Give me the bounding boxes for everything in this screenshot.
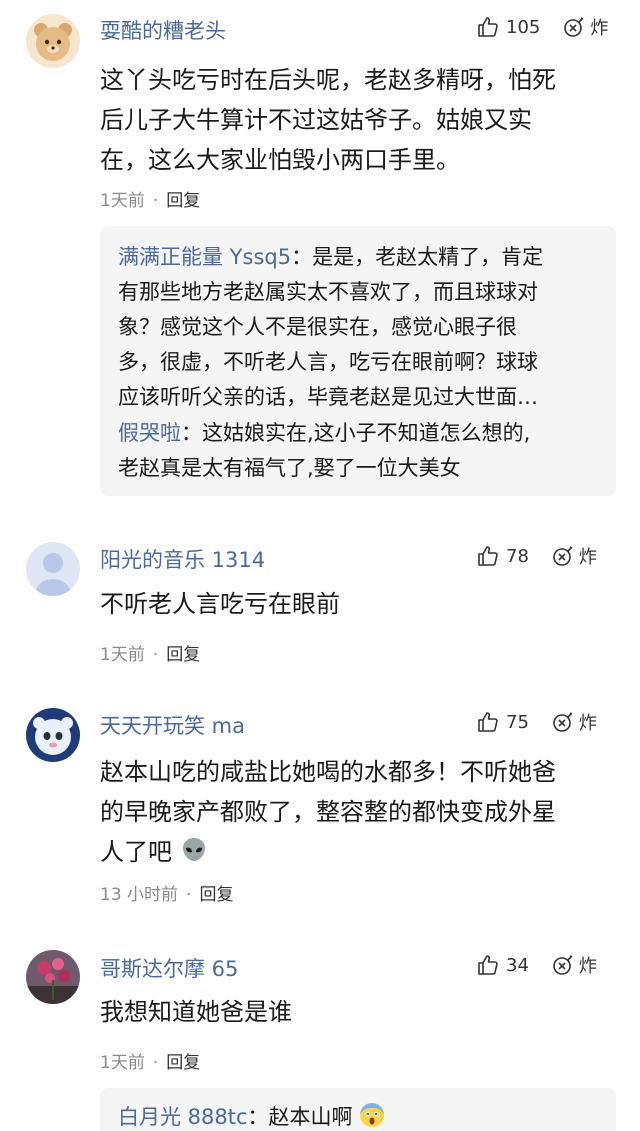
- reply-text: 象？感觉这个人不是很实在，感觉心眼子很: [118, 315, 517, 339]
- reply-item: 满满正能量 Yssq5：是是，老赵太精了，肯定 有那些地方老赵属实太不喜欢了，而…: [118, 240, 600, 415]
- comment-list: 耍酷的糟老头 105 炸 这丫头吃亏时在后头呢，老赵多精呀，怕死 后儿子大牛算计…: [0, 0, 640, 1131]
- comment-actions: 75 炸: [476, 709, 597, 735]
- like-count: 78: [506, 545, 529, 567]
- comment-actions: 105 炸: [476, 14, 608, 40]
- comment-actions: 34 炸: [476, 952, 597, 978]
- avatar[interactable]: [26, 950, 80, 1004]
- bomb-button[interactable]: 炸: [551, 709, 597, 735]
- comment-body-line: 人了吧: [100, 838, 172, 866]
- timestamp: 1天前: [100, 1053, 145, 1073]
- reply-button[interactable]: 回复: [199, 885, 233, 905]
- reply-thread: 满满正能量 Yssq5：是是，老赵太精了，肯定 有那些地方老赵属实太不喜欢了，而…: [100, 226, 616, 496]
- reply-text: 这姑娘实在,这小子不知道怎么想的,: [202, 421, 531, 445]
- bomb-icon: [553, 546, 573, 566]
- comment-body-line: 我想知道她爸是谁: [100, 998, 292, 1026]
- thumbs-up-icon: [478, 712, 498, 732]
- comment-body: 我想知道她爸是谁: [100, 992, 610, 1032]
- avatar[interactable]: [26, 708, 80, 762]
- reply-text: 赵本山啊: [268, 1105, 353, 1129]
- like-button[interactable]: 105: [476, 15, 540, 39]
- reply-item: 白月光 888tc：赵本山啊: [118, 1100, 600, 1131]
- comment-meta: 1天前 · 回复: [100, 191, 201, 211]
- bomb-icon: [553, 712, 573, 732]
- reply-author[interactable]: 假哭啦: [118, 421, 181, 445]
- username[interactable]: 阳光的音乐 1314: [100, 544, 265, 574]
- bomb-button[interactable]: 炸: [562, 14, 608, 40]
- timestamp: 1天前: [100, 191, 145, 211]
- username[interactable]: 哥斯达尔摩 65: [100, 953, 238, 983]
- like-count: 75: [506, 711, 529, 733]
- scream-emoji-icon: [360, 1103, 385, 1127]
- bomb-label: 炸: [578, 547, 597, 568]
- comment-actions: 78 炸: [476, 543, 597, 569]
- comment-body-line: 的早晚家产都败了，整容整的都快变成外星: [100, 798, 556, 826]
- thumbs-up-icon: [478, 955, 498, 975]
- timestamp: 13 小时前: [100, 885, 179, 905]
- reply-text: 有那些地方老赵属实太不喜欢了，而且球球对: [118, 280, 538, 304]
- reply-thread: 白月光 888tc：赵本山啊: [100, 1088, 616, 1131]
- reply-text: 老赵真是太有福气了,娶了一位大美女: [118, 456, 461, 480]
- comment-meta: 1天前 · 回复: [100, 645, 201, 665]
- bomb-label: 炸: [578, 713, 597, 734]
- thumbs-up-icon: [478, 17, 498, 37]
- avatar[interactable]: [26, 542, 80, 596]
- bomb-icon: [564, 17, 584, 37]
- reply-item: 假哭啦：这姑娘实在,这小子不知道怎么想的, 老赵真是太有福气了,娶了一位大美女: [118, 416, 600, 486]
- comment-meta: 13 小时前 · 回复: [100, 885, 234, 905]
- comment-body: 不听老人言吃亏在眼前: [100, 584, 610, 624]
- like-button[interactable]: 75: [476, 710, 529, 734]
- comment-body: 这丫头吃亏时在后头呢，老赵多精呀，怕死 后儿子大牛算计不过这姑爷子。姑娘又实 在…: [100, 60, 610, 180]
- reply-button[interactable]: 回复: [166, 1053, 200, 1073]
- comment-body-line: 这丫头吃亏时在后头呢，老赵多精呀，怕死: [100, 66, 556, 94]
- reply-author[interactable]: 满满正能量 Yssq5: [118, 245, 291, 269]
- bomb-label: 炸: [578, 956, 597, 977]
- reply-separator: ：: [181, 421, 202, 445]
- like-button[interactable]: 34: [476, 953, 529, 977]
- reply-text: 多，很虚，不听老人言，吃亏在眼前啊？球球: [118, 350, 538, 374]
- like-count: 105: [506, 16, 541, 38]
- alien-emoji-icon: [182, 838, 205, 861]
- bomb-button[interactable]: 炸: [551, 952, 597, 978]
- timestamp: 1天前: [100, 645, 145, 665]
- reply-separator: ：: [291, 245, 313, 269]
- bomb-button[interactable]: 炸: [551, 543, 597, 569]
- comment-body-line: 赵本山吃的咸盐比她喝的水都多！不听她爸: [100, 758, 556, 786]
- username[interactable]: 耍酷的糟老头: [100, 15, 226, 45]
- bomb-icon: [553, 955, 573, 975]
- avatar[interactable]: [26, 14, 80, 68]
- like-count: 34: [506, 954, 529, 976]
- reply-button[interactable]: 回复: [166, 645, 200, 665]
- bomb-label: 炸: [590, 18, 609, 39]
- reply-author[interactable]: 白月光 888tc: [118, 1105, 248, 1129]
- reply-separator: ：: [247, 1105, 269, 1129]
- comment-body-line: 不听老人言吃亏在眼前: [100, 590, 340, 618]
- reply-text: 应该听听父亲的话，毕竟老赵是见过大世面…: [118, 385, 538, 409]
- comment-body: 赵本山吃的咸盐比她喝的水都多！不听她爸 的早晚家产都败了，整容整的都快变成外星 …: [100, 752, 610, 872]
- like-button[interactable]: 78: [476, 544, 529, 568]
- reply-button[interactable]: 回复: [166, 191, 200, 211]
- comment-body-line: 在，这么大家业怕毁小两口手里。: [100, 146, 460, 174]
- username[interactable]: 天天开玩笑 ma: [100, 710, 245, 740]
- reply-text: 是是，老赵太精了，肯定: [312, 245, 544, 269]
- comment-meta: 1天前 · 回复: [100, 1053, 201, 1073]
- thumbs-up-icon: [478, 546, 498, 566]
- comment-body-line: 后儿子大牛算计不过这姑爷子。姑娘又实: [100, 106, 532, 134]
